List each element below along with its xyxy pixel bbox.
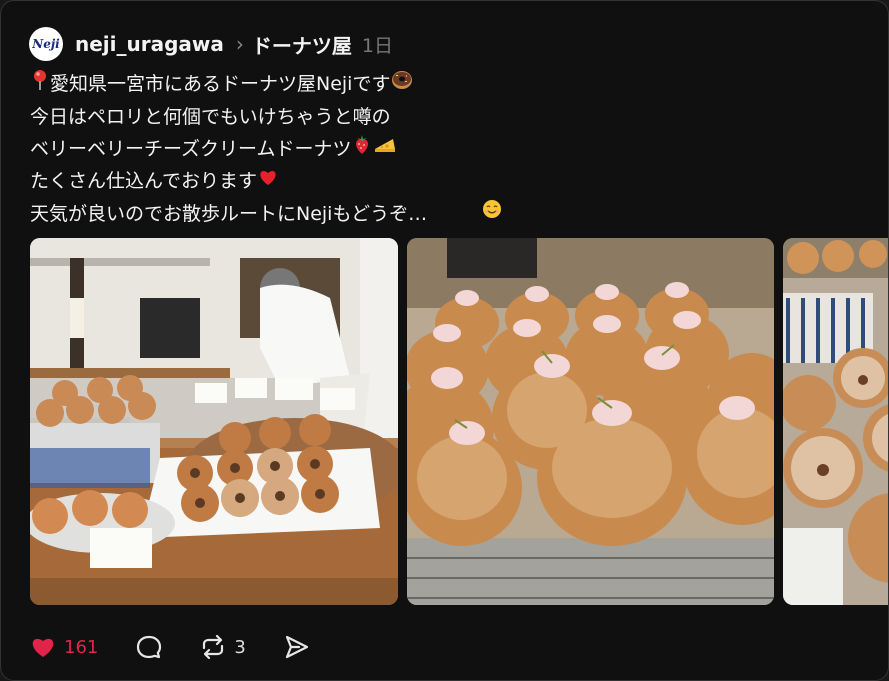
donut-icon [390, 69, 414, 101]
post-line-1: 愛知県一宮市にあるドーナツ屋Nejiです [30, 68, 870, 101]
cheese-icon [373, 133, 397, 165]
post-line-1-text: 愛知県一宮市にあるドーナツ屋Nejiです [50, 73, 391, 95]
post-line-3-text: ベリーベリーチーズクリームドーナツ [30, 137, 352, 160]
heart-emoji-icon [257, 166, 279, 198]
like-count: 161 [64, 636, 99, 658]
post-text: 愛知県一宮市にあるドーナツ屋Nejiです 今日はペロリと何個でもいけちゃうと噂の… [30, 68, 870, 230]
comment-icon [137, 635, 162, 659]
post-line-3: ベリーベリーチーズクリームドーナツ [30, 133, 870, 166]
avatar[interactable]: Neji [29, 27, 63, 61]
post-image-3[interactable] [783, 238, 888, 605]
username[interactable]: neji_uragawa [75, 32, 224, 56]
post-card: Neji neji_uragawa › ドーナツ屋 1日 愛知県一宮市にあるドー… [0, 0, 889, 681]
pin-icon [30, 69, 50, 101]
comment-button[interactable] [136, 634, 162, 660]
like-button[interactable]: 161 [30, 635, 98, 659]
topic-tag[interactable]: ドーナツ屋 [252, 30, 352, 59]
repost-count: 3 [234, 636, 246, 658]
repost-button[interactable]: 3 [200, 634, 246, 660]
post-line-4: たくさん仕込んでおります [30, 165, 870, 198]
heart-icon [32, 638, 54, 657]
share-button[interactable] [284, 634, 310, 660]
post-image-1[interactable] [30, 238, 398, 605]
strawberry-icon [351, 133, 373, 165]
repost-icon [203, 634, 224, 660]
chevron-right-icon: › [235, 32, 244, 56]
post-line-5: 天気が良いのでお散歩ルートにNejiもどうぞ… [30, 198, 870, 230]
smile-icon [482, 199, 502, 223]
post-header: Neji neji_uragawa › ドーナツ屋 1日 [29, 26, 393, 62]
post-image-2[interactable] [407, 238, 774, 605]
action-bar: 161 3 [30, 631, 348, 663]
post-line-5-text: 天気が良いのでお散歩ルートにNejiもどうぞ… [30, 202, 428, 225]
share-icon [285, 635, 308, 659]
post-line-2: 今日はペロリと何個でもいけちゃうと噂の [30, 105, 391, 128]
post-time[interactable]: 1日 [362, 31, 393, 58]
image-carousel[interactable] [30, 238, 888, 606]
avatar-logo-text: Neji [32, 37, 60, 51]
post-line-4-text: たくさん仕込んでおります [30, 170, 258, 192]
